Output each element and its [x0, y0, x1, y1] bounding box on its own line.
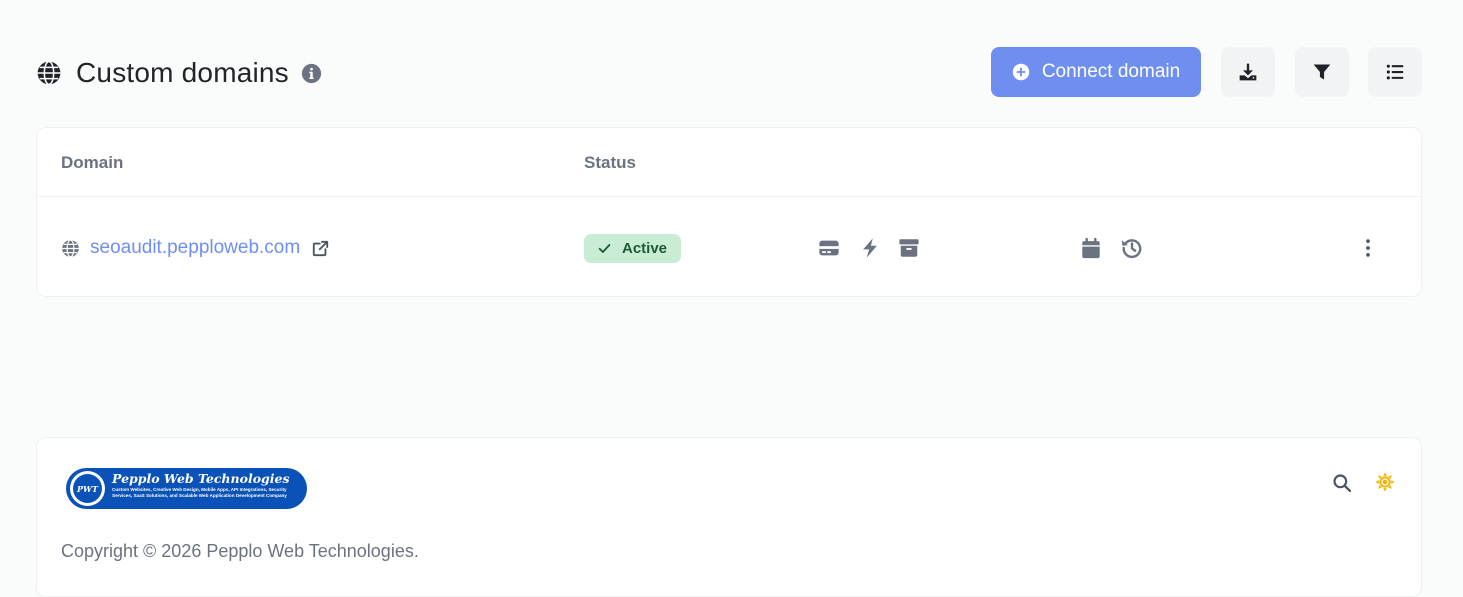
footer: PWT Pepplo Web Technologies Custom Websi…: [36, 437, 1422, 597]
search-icon[interactable]: [1332, 473, 1352, 493]
calendar-icon[interactable]: [1080, 237, 1102, 259]
bolt-icon[interactable]: [859, 237, 881, 259]
status-label: Active: [621, 240, 668, 257]
card-icon[interactable]: [818, 237, 840, 259]
download-icon: [1238, 62, 1258, 82]
list-view-button[interactable]: [1368, 47, 1422, 97]
company-logo[interactable]: PWT Pepplo Web Technologies Custom Websi…: [66, 468, 307, 509]
sun-icon[interactable]: [1375, 472, 1395, 492]
download-button[interactable]: [1221, 47, 1275, 97]
domain-link[interactable]: seoaudit.pepploweb.com: [90, 237, 300, 259]
globe-icon: [61, 239, 80, 258]
logo-name: Pepplo Web Technologies: [112, 471, 290, 486]
logo-mark: PWT: [70, 471, 105, 506]
title-group: Custom domains: [36, 47, 322, 99]
table-row: seoaudit.pepploweb.com Active: [37, 197, 1421, 297]
logo-tagline: Custom Websites, Creative Web Design, Mo…: [112, 487, 287, 498]
plus-circle-icon: [1012, 63, 1030, 81]
archive-icon[interactable]: [898, 237, 920, 259]
status-badge: Active: [584, 234, 681, 263]
page-title: Custom domains: [76, 57, 289, 88]
column-header-domain[interactable]: Domain: [61, 153, 123, 173]
more-vertical-icon[interactable]: [1357, 237, 1379, 259]
external-link-icon[interactable]: [312, 240, 329, 257]
filter-button[interactable]: [1295, 47, 1349, 97]
domains-table: Domain Status seoaudit.pepploweb.com Act…: [36, 127, 1422, 297]
globe-icon: [36, 60, 62, 86]
column-header-status[interactable]: Status: [584, 153, 636, 173]
check-icon: [598, 242, 611, 255]
connect-domain-button[interactable]: Connect domain: [991, 47, 1201, 97]
copyright-text: Copyright © 2026 Pepplo Web Technologies…: [61, 541, 419, 561]
list-icon: [1385, 62, 1405, 82]
history-icon[interactable]: [1121, 237, 1143, 259]
info-circle-icon[interactable]: [301, 63, 322, 84]
page-header: Custom domains Connect domain: [36, 47, 1422, 99]
filter-icon: [1312, 62, 1332, 82]
connect-domain-label: Connect domain: [1041, 61, 1181, 82]
domain-cell: seoaudit.pepploweb.com: [61, 237, 329, 259]
